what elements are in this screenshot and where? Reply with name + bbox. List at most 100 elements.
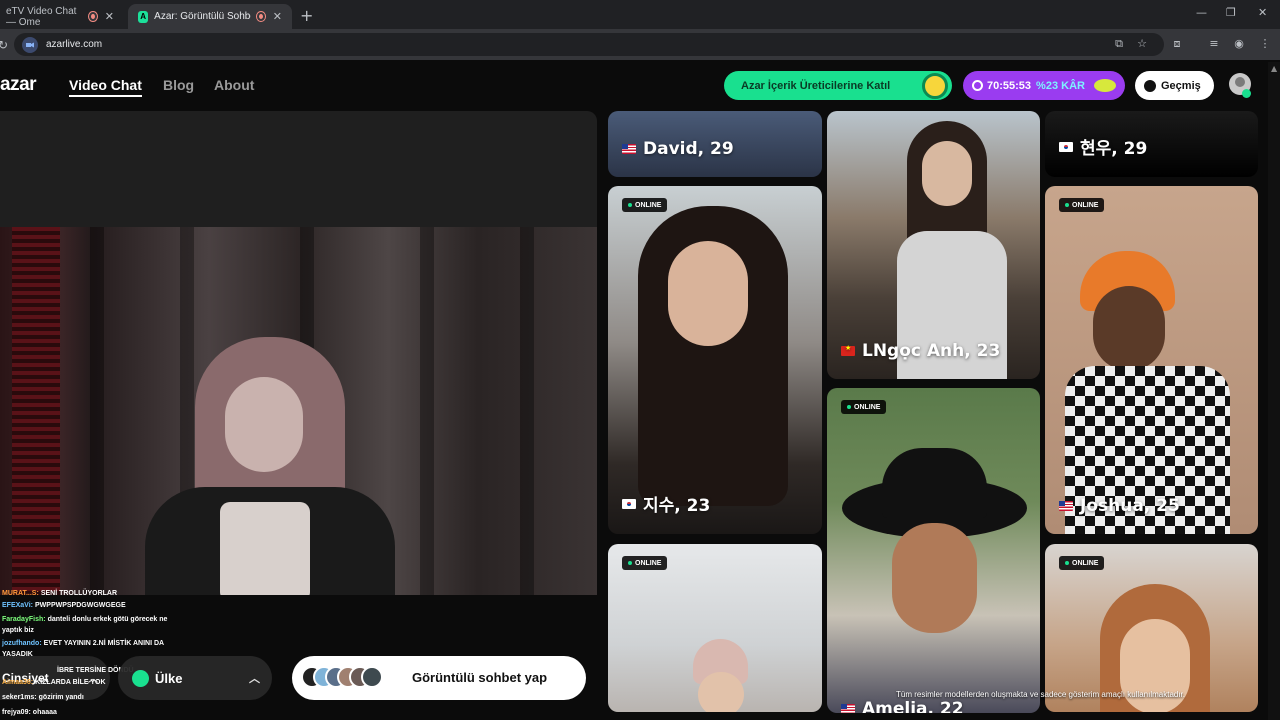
background-red-curtain [12, 227, 60, 595]
curtain-fold [520, 227, 534, 595]
browser-tab-bar: eTV Video Chat — Ome ✕ A Azar: Görüntülü… [0, 0, 1280, 29]
tab-title: eTV Video Chat — Ome [6, 5, 77, 28]
chat-user: frejya09: [2, 709, 31, 716]
chat-user: EFEXaVi: [2, 602, 33, 609]
chat-user: seker1ms: [2, 694, 37, 701]
online-badge: ONLINE [1059, 198, 1105, 212]
online-dot [628, 203, 632, 207]
close-tab-icon[interactable]: ✕ [273, 10, 282, 23]
chat-user: jozufhando: [2, 640, 42, 647]
online-label: ONLINE [854, 403, 881, 411]
country-filter-label: Ülke [155, 670, 183, 686]
profile-card[interactable]: ONLINE 지수, 23 [608, 186, 822, 534]
profile-name: LNgọc Anh, 23 [841, 341, 1000, 361]
curtain-fold [90, 227, 104, 595]
profile-name: Amelia, 22 [841, 699, 964, 713]
online-dot [1065, 561, 1069, 565]
profile-photo-face [922, 141, 972, 206]
gem-icon [1094, 79, 1116, 92]
history-button[interactable]: Geçmiş [1135, 71, 1214, 100]
maximize-icon[interactable]: ❐ [1226, 6, 1236, 19]
extensions-icon[interactable]: ⧈ [1170, 37, 1184, 51]
remote-video [0, 227, 597, 595]
media-control-icon[interactable]: ≡ [1207, 37, 1221, 51]
recording-icon [89, 12, 97, 21]
chat-text: SENİ TROLLÜYORLAR [40, 590, 118, 597]
profile-card[interactable]: ONLINE Amelia, 22 [827, 388, 1040, 713]
scrollbar[interactable] [1268, 62, 1280, 720]
close-tab-icon[interactable]: ✕ [105, 10, 114, 23]
minimize-icon[interactable]: — [1196, 6, 1207, 19]
chat-message: MURAT...S: SENİ TROLLÜYORLAR [2, 588, 182, 600]
chat-text: KIZLARDA BİLE YOK [35, 679, 106, 686]
person-face [225, 377, 303, 472]
profile-photo-face [892, 523, 977, 633]
stream-chat-overlay: MURAT...S: SENİ TROLLÜYORLAR EFEXaVi: PWPP… [2, 588, 182, 660]
profile-icon[interactable]: ◉ [1232, 37, 1246, 51]
url-text: azarlive.com [46, 39, 103, 50]
tab-omegle[interactable]: eTV Video Chat — Ome ✕ [0, 4, 124, 29]
vn-flag-icon [841, 344, 855, 356]
clock-icon [972, 80, 983, 91]
online-label: ONLINE [1072, 559, 1099, 567]
profile-card[interactable]: LNgọc Anh, 23 [827, 111, 1040, 379]
avatar-thumb [361, 666, 383, 688]
reload-icon[interactable]: ↻ [0, 38, 8, 52]
profile-card[interactable]: ONLINE Joshua, 25 [1045, 186, 1258, 534]
profile-card[interactable]: David, 29 [608, 111, 822, 177]
disclaimer-text: Tüm resimler modellerden oluşmakta ve sa… [896, 690, 1186, 699]
profile-photo-hat-crown [882, 448, 987, 518]
promo-timer-button[interactable]: 70:55:53 %23 KÂR [963, 71, 1125, 100]
profile-photo-face [1093, 286, 1165, 371]
close-window-icon[interactable]: ✕ [1258, 6, 1267, 19]
tab-title: Azar: Görüntülü Sohbet & [154, 11, 251, 22]
kr-flag-icon [622, 498, 636, 509]
camera-badge-icon [922, 73, 948, 99]
country-filter[interactable]: Ülke ︿ [118, 656, 272, 700]
scroll-up-icon[interactable]: ▲ [1271, 64, 1277, 73]
online-label: ONLINE [635, 559, 662, 567]
avatar-stack [301, 666, 383, 690]
video-person [125, 337, 415, 595]
chat-text: ohaaaa [32, 709, 57, 716]
us-flag-icon [841, 704, 855, 713]
new-tab-icon[interactable]: + [300, 6, 313, 25]
online-badge: ONLINE [622, 198, 668, 212]
bookmark-star-icon[interactable]: ☆ [1135, 37, 1149, 51]
nav-about[interactable]: About [214, 77, 254, 93]
online-dot [847, 405, 851, 409]
join-creators-label: Azar İçerik Üreticilerine Katıl [741, 79, 891, 92]
online-badge: ONLINE [841, 400, 887, 414]
join-creators-button[interactable]: Azar İçerik Üreticilerine Katıl [724, 71, 952, 100]
site-info-icon[interactable] [22, 36, 38, 53]
online-badge: ONLINE [622, 556, 668, 570]
history-clock-icon [1144, 79, 1156, 92]
profile-name-text: Amelia, 22 [862, 699, 964, 713]
start-video-chat-button[interactable]: Görüntülü sohbet yap [292, 656, 586, 700]
chat-text: gözirim yandı [38, 694, 84, 701]
nav-blog[interactable]: Blog [163, 77, 194, 93]
online-dot [1065, 203, 1069, 207]
menu-icon[interactable]: ⋮ [1258, 37, 1272, 51]
online-dot [628, 561, 632, 565]
profile-photo-face [668, 241, 748, 346]
url-field[interactable]: azarlive.com [14, 33, 1164, 56]
chat-message: frejya09: ohaaaa [2, 707, 182, 719]
chat-text: PWPPWPSPDGWGWGEGE [35, 602, 126, 609]
address-bar: ↻ azarlive.com [0, 29, 1280, 60]
online-label: ONLINE [635, 201, 662, 209]
nav-video-chat[interactable]: Video Chat [69, 77, 142, 97]
chat-message: EFEXaVi: PWPPWPSPDGWGWGEGE [2, 600, 182, 612]
chat-message: FaradayFish: danteli donlu erkek götü gör… [2, 614, 182, 636]
us-flag-icon [622, 144, 636, 154]
history-label: Geçmiş [1161, 79, 1201, 92]
start-video-chat-label: Görüntülü sohbet yap [412, 670, 548, 685]
profile-card[interactable]: 현우, 29 [1045, 111, 1258, 177]
profile-name: Joshua, 25 [1059, 496, 1180, 516]
cast-icon[interactable]: ⧉ [1112, 37, 1126, 51]
profile-card[interactable]: ONLINE [1045, 544, 1258, 712]
profile-card[interactable]: ONLINE [608, 544, 822, 712]
chevron-up-icon: ︿ [249, 673, 260, 685]
tab-azar[interactable]: A Azar: Görüntülü Sohbet & ✕ [128, 4, 292, 29]
azar-logo[interactable]: azar [0, 74, 37, 96]
